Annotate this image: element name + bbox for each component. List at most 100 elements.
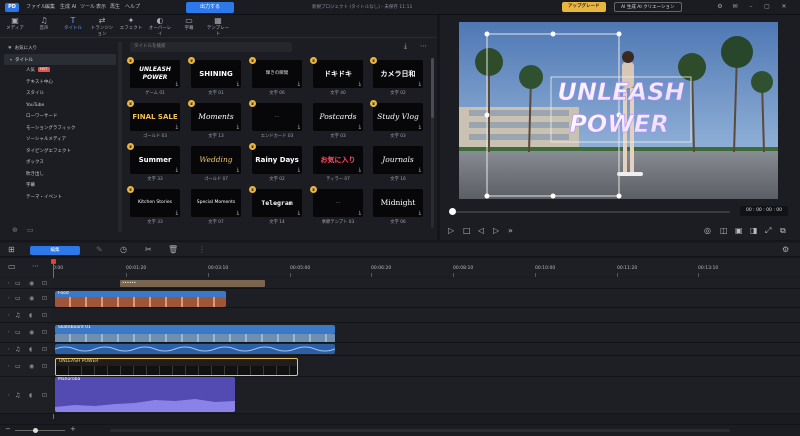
close-icon[interactable]: ✕ <box>779 2 789 12</box>
track-expand-icon[interactable]: › <box>8 363 10 368</box>
track-expand-icon[interactable]: › <box>8 312 10 317</box>
track-expand-icon[interactable]: › <box>8 346 10 351</box>
sidebar-item[interactable]: ソーシャルメディア <box>4 134 116 146</box>
settings-icon[interactable]: ⚙ <box>715 2 725 12</box>
duration-icon[interactable]: ◷ <box>120 245 127 254</box>
sidebar-item[interactable]: ローワーサード <box>4 111 116 123</box>
download-icon[interactable]: ⤓ <box>176 210 178 216</box>
download-icon[interactable]: ⤓ <box>237 81 239 87</box>
import-icon[interactable]: ⤓ <box>404 42 407 51</box>
title-template-tile[interactable]: カメラ日和 ♛ ⤓ 文字 02 <box>370 57 423 102</box>
menu-view[interactable]: 表示 <box>96 3 106 10</box>
title-template-tile[interactable]: お気に入り ⤓ ティラー 07 <box>313 146 363 188</box>
lock-icon[interactable]: ⊡ <box>42 363 47 370</box>
playhead-handle[interactable] <box>51 259 56 264</box>
lock-icon[interactable]: ⊡ <box>42 392 47 399</box>
tab-media[interactable]: ▣ メディア <box>2 16 28 36</box>
mute-icon[interactable]: ◖ <box>29 346 32 353</box>
download-icon[interactable]: ⤓ <box>237 210 239 216</box>
lock-icon[interactable]: ⊡ <box>42 329 47 336</box>
edit-mode-button[interactable]: 編集 <box>30 246 80 255</box>
play-icon[interactable]: ▷ <box>448 226 454 235</box>
download-icon[interactable]: ⤓ <box>237 124 239 130</box>
title-template-tile[interactable]: ... ♛ ⤓ エンドカード 03 <box>249 100 302 145</box>
audio-clip-skateboard[interactable] <box>55 344 335 354</box>
fit-icon[interactable]: ▣ <box>735 226 743 235</box>
download-icon[interactable]: ⤓ <box>176 124 178 130</box>
download-icon[interactable]: ⤓ <box>298 210 300 216</box>
title-clip-unleash-power[interactable]: UNLEASH POWER <box>55 358 298 376</box>
sidebar-item[interactable]: YouTube <box>4 100 116 112</box>
timeline-settings-icon[interactable]: ⚙ <box>782 245 789 254</box>
menu-file[interactable]: ファイル <box>26 3 46 10</box>
sidebar-item[interactable]: モーショングラフィック <box>4 123 116 135</box>
title-template-tile[interactable]: SHINING ♛ ⤓ 文字 01 <box>188 57 241 102</box>
title-template-tile[interactable]: ... ♛ ⤓ 季節テンプト 03 <box>310 186 363 231</box>
title-template-tile[interactable]: Summer ♛ ⤓ 文字 33 <box>127 143 180 188</box>
tab-audio[interactable]: ♫ 音声 <box>31 16 57 36</box>
playback-progress-bar[interactable] <box>450 211 730 213</box>
download-icon[interactable]: ⤓ <box>298 81 300 87</box>
video-clip-food[interactable]: Food <box>55 291 226 307</box>
folder-icon[interactable]: ▭ <box>27 226 34 234</box>
menu-ai[interactable]: 生成 AI <box>60 3 77 10</box>
title-template-tile[interactable]: Postcards ⤓ 文字 03 <box>313 103 363 145</box>
sidebar-item[interactable]: ボックス <box>4 157 116 169</box>
video-clip-skateboard[interactable]: Skateboard 01 <box>55 325 335 334</box>
folder-add-icon[interactable]: ⊕ <box>12 226 18 234</box>
more-icon[interactable]: ⋯ <box>420 42 427 50</box>
download-icon[interactable]: ⤓ <box>419 167 421 173</box>
download-icon[interactable]: ⤓ <box>359 124 361 130</box>
download-icon[interactable]: ⤓ <box>359 210 361 216</box>
title-template-tile[interactable]: Kitchen Stories ♛ ⤓ 文字 33 <box>127 186 180 231</box>
title-template-tile[interactable]: Midnight ⤓ 文字 06 <box>373 189 423 231</box>
zoom-slider-handle[interactable] <box>33 428 38 433</box>
download-icon[interactable]: ⤓ <box>359 81 361 87</box>
title-search-input[interactable]: タイトルを検索 <box>130 42 292 52</box>
tab-templates[interactable]: ▦ テンプレート <box>205 16 231 37</box>
download-icon[interactable]: ⤓ <box>237 167 239 173</box>
tab-overlays[interactable]: ◐ オーバーレイ <box>147 16 173 37</box>
sidebar-item[interactable]: ♥ お気に入り <box>4 42 116 54</box>
sidebar-item[interactable]: 字幕 <box>4 180 116 192</box>
menu-tools[interactable]: ツール <box>80 3 95 10</box>
next-frame-icon[interactable]: ▷ <box>493 226 499 235</box>
minimize-icon[interactable]: – <box>746 2 756 12</box>
prev-frame-icon[interactable]: ◁ <box>478 226 484 235</box>
fast-forward-icon[interactable]: » <box>508 226 513 235</box>
download-icon[interactable]: ⤓ <box>298 124 300 130</box>
eye-icon[interactable]: ◉ <box>29 280 34 287</box>
stop-icon[interactable]: □ <box>463 226 471 235</box>
library-scrollbar[interactable] <box>431 58 434 228</box>
download-icon[interactable]: ⤓ <box>419 81 421 87</box>
split-icon[interactable]: ✂ <box>145 245 152 254</box>
title-template-tile[interactable]: ドキドキ ♛ ⤓ 文字 40 <box>310 57 363 102</box>
title-template-tile[interactable]: Study Vlog ♛ ⤓ 文字 03 <box>370 100 423 145</box>
sidebar-item[interactable]: 人気 HOT <box>4 65 116 77</box>
download-icon[interactable]: ⤓ <box>359 167 361 173</box>
fx-icon[interactable]: ⋮ <box>198 245 206 254</box>
title-template-tile[interactable]: UNLEASH POWER ♛ ⤓ ゲーム 01 <box>127 57 180 102</box>
export-button[interactable]: 出力する <box>186 2 235 13</box>
playback-scrubber[interactable] <box>449 208 456 215</box>
ruler-options-icon[interactable]: ⋯ <box>32 262 39 270</box>
sidebar-item[interactable]: タイピングエフェクト <box>4 146 116 158</box>
title-template-tile[interactable]: FINAL SALE ♛ ⤓ ゴールド 03 <box>127 100 180 145</box>
menu-help[interactable]: ヘルプ <box>125 3 140 10</box>
tab-subtitles[interactable]: ▭ 字幕 <box>176 16 202 36</box>
title-template-tile[interactable]: 輝きの瞬間 ♛ ⤓ 文字 06 <box>249 57 302 102</box>
menu-playback[interactable]: 再生 <box>110 3 120 10</box>
zoom-in-icon[interactable]: + <box>70 425 76 433</box>
download-icon[interactable]: ⤓ <box>419 210 421 216</box>
timeline-hscrollbar[interactable] <box>110 429 730 432</box>
title-template-tile[interactable]: Telegram ♛ ⤓ 文字 14 <box>249 186 302 231</box>
timeline-ruler[interactable] <box>0 259 800 277</box>
lock-icon[interactable]: ⊡ <box>42 312 47 319</box>
eye-icon[interactable]: ◉ <box>29 329 34 336</box>
eye-icon[interactable]: ◉ <box>29 295 34 302</box>
audio-clip-mahoroba[interactable]: Mahoroba <box>55 377 235 412</box>
track-manager-icon[interactable]: ▭ <box>8 262 16 271</box>
range-bar[interactable]: •••••• <box>120 280 265 287</box>
zoom-out-icon[interactable]: − <box>5 425 11 433</box>
tab-titles[interactable]: T タイトル <box>60 16 86 36</box>
